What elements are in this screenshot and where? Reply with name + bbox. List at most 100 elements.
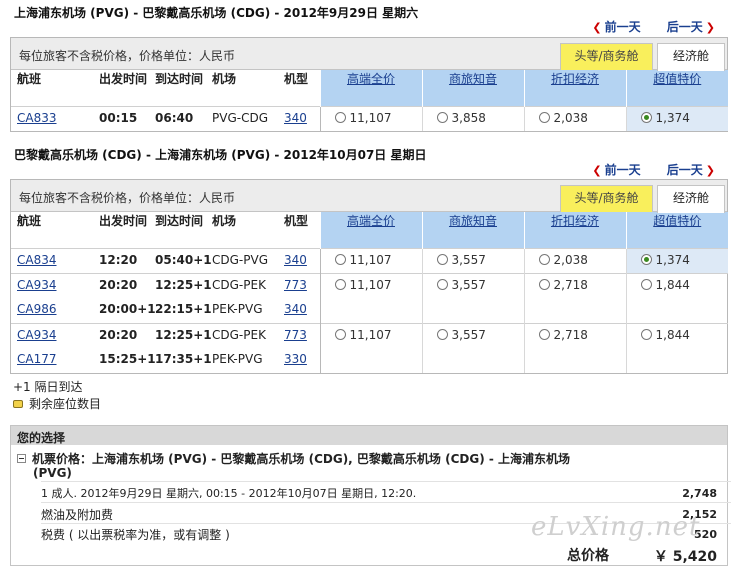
inbound-route-title: 巴黎戴高乐机场 (CDG) - 上海浦东机场 (PVG) - 2012年10月0…	[14, 148, 427, 162]
aircraft-link[interactable]: 773	[278, 272, 320, 298]
departure-time: 20:20	[93, 272, 149, 298]
radio-icon[interactable]	[334, 328, 346, 340]
fare-option[interactable]: 3,557	[421, 247, 524, 273]
tab-first-business[interactable]: 头等/商务舱	[560, 43, 653, 70]
aircraft-link[interactable]: 340	[278, 105, 320, 131]
aircraft-link[interactable]: 330	[278, 348, 320, 373]
radio-selected-icon[interactable]	[640, 111, 652, 123]
airport-pair: CDG-PVG	[206, 247, 278, 273]
tab-economy[interactable]: 经济舱	[657, 43, 725, 71]
fare-option[interactable]: 11,107	[319, 247, 422, 273]
fare-header-premium-full[interactable]: 高端全价	[319, 70, 422, 106]
aircraft-link[interactable]: 773	[278, 322, 320, 348]
outbound-flight-box: 每位旅客不含税价格，价格单位：人民币 头等/商务舱 经济舱 航班 出发时间 到达…	[10, 37, 728, 132]
fare-option[interactable]: 11,107	[319, 322, 422, 373]
col-aircraft: 机型	[284, 214, 309, 228]
fare-option[interactable]: 11,107	[319, 105, 422, 131]
fare-option[interactable]: 3,858	[421, 105, 524, 131]
outbound-prev-day-link[interactable]: ❮ 前一天	[592, 20, 640, 34]
flight-number-link[interactable]: CA934	[11, 322, 93, 348]
seat-icon	[13, 400, 23, 408]
airport-pair: CDG-PEK	[206, 272, 278, 298]
radio-icon[interactable]	[640, 278, 652, 290]
radio-icon[interactable]	[436, 278, 448, 290]
aircraft-link[interactable]: 340	[278, 247, 320, 273]
radio-icon[interactable]	[436, 253, 448, 265]
inbound-box-header: 每位旅客不含税价格，价格单位：人民币 头等/商务舱 经济舱	[11, 180, 727, 213]
table-row: CA833 00:15 06:40 PVG-CDG 340 11,107 3,8…	[11, 105, 728, 131]
outbound-box-header: 每位旅客不含税价格，价格单位：人民币 头等/商务舱 经济舱	[11, 38, 727, 71]
fare-option[interactable]: 1,844	[625, 272, 728, 323]
fare-option[interactable]: 2,718	[523, 272, 626, 323]
chevron-left-icon: ❮	[592, 21, 602, 34]
fare-header-business-traveler[interactable]: 商旅知音	[421, 212, 524, 248]
radio-icon[interactable]	[538, 278, 550, 290]
flight-number-link[interactable]: CA833	[11, 105, 93, 131]
total-price-label: 总价格	[567, 548, 609, 564]
inbound-prev-day-link[interactable]: ❮ 前一天	[592, 163, 640, 177]
fare-header-discount-economy[interactable]: 折扣经济	[523, 70, 626, 106]
table-row: CA834 12:20 05:40+1 CDG-PVG 340 11,107 3…	[11, 247, 728, 273]
fare-option[interactable]: 2,038	[523, 105, 626, 131]
radio-icon[interactable]	[436, 111, 448, 123]
fuel-surcharge-label: 燃油及附加费	[41, 508, 114, 522]
outbound-next-day-link[interactable]: 后一天 ❯	[667, 20, 718, 34]
fare-option[interactable]: 3,557	[421, 322, 524, 373]
fare-option[interactable]: 1,844	[625, 322, 728, 373]
tab-first-business[interactable]: 头等/商务舱	[560, 185, 653, 212]
fare-option[interactable]: 2,038	[523, 247, 626, 273]
fare-header-super-value[interactable]: 超值特价	[625, 70, 728, 106]
departure-time: 12:20	[93, 247, 149, 273]
tax-label: 税费 ( 以出票税率为准，或有调整 )	[41, 528, 230, 542]
ticket-price-label-cont: (PVG)	[33, 466, 72, 480]
aircraft-link[interactable]: 340	[278, 298, 320, 323]
airport-pair: PVG-CDG	[206, 105, 278, 131]
inbound-flight-table: 航班 出发时间 到达时间 机场 机型 高端全价 商旅知音 折扣经济 超值特价 C…	[11, 212, 728, 373]
passenger-amount: 2,748	[682, 487, 717, 500]
inbound-header-row: 航班 出发时间 到达时间 机场 机型 高端全价 商旅知音 折扣经济 超值特价	[11, 212, 728, 248]
col-departure: 出发时间	[99, 72, 148, 86]
radio-icon[interactable]	[538, 111, 550, 123]
inbound-flight-box: 每位旅客不含税价格，价格单位：人民币 头等/商务舱 经济舱 航班 出发时间 到达…	[10, 179, 728, 374]
col-arrival: 到达时间	[155, 72, 204, 86]
radio-icon[interactable]	[334, 111, 346, 123]
radio-selected-icon[interactable]	[640, 253, 652, 265]
fare-header-premium-full[interactable]: 高端全价	[319, 212, 422, 248]
total-price-amount: ￥ 5,420	[653, 549, 717, 565]
flight-number-link[interactable]: CA934	[11, 272, 93, 298]
flight-number-link[interactable]: CA834	[11, 247, 93, 273]
flight-number-link[interactable]: CA986	[11, 298, 93, 323]
fare-option[interactable]: 3,557	[421, 272, 524, 323]
table-row: CA934 20:20 12:25+1 CDG-PEK 773 11,107 3…	[11, 272, 728, 323]
outbound-route-title: 上海浦东机场 (PVG) - 巴黎戴高乐机场 (CDG) - 2012年9月29…	[14, 6, 419, 20]
flight-number-link[interactable]: CA177	[11, 348, 93, 373]
radio-icon[interactable]	[538, 253, 550, 265]
departure-time: 20:00+1	[99, 302, 156, 316]
col-aircraft: 机型	[284, 72, 309, 86]
chevron-right-icon: ❯	[705, 164, 715, 177]
fare-option[interactable]: 2,718	[523, 322, 626, 373]
outbound-flight-table: 航班 出发时间 到达时间 机场 机型 高端全价 商旅知音 折扣经济 超值特价 C…	[11, 70, 728, 131]
outbound-header-row: 航班 出发时间 到达时间 机场 机型 高端全价 商旅知音 折扣经济 超值特价	[11, 70, 728, 106]
fare-header-discount-economy[interactable]: 折扣经济	[523, 212, 626, 248]
radio-icon[interactable]	[436, 328, 448, 340]
outbound-day-nav: ❮ 前一天 后一天 ❯	[570, 18, 718, 35]
arrival-time: 12:25+1	[149, 272, 212, 298]
fare-header-business-traveler[interactable]: 商旅知音	[421, 70, 524, 106]
fare-option[interactable]: 11,107	[319, 272, 422, 323]
radio-icon[interactable]	[334, 253, 346, 265]
radio-icon[interactable]	[640, 328, 652, 340]
price-note: 每位旅客不含税价格，价格单位：人民币	[19, 49, 236, 63]
fare-header-super-value[interactable]: 超值特价	[625, 212, 728, 248]
tab-economy[interactable]: 经济舱	[657, 185, 725, 213]
collapse-icon[interactable]	[17, 454, 26, 463]
fare-option-selected[interactable]: 1,374	[625, 105, 728, 131]
chevron-left-icon: ❮	[592, 164, 602, 177]
inbound-next-day-link[interactable]: 后一天 ❯	[667, 163, 718, 177]
col-flight: 航班	[17, 214, 42, 228]
radio-icon[interactable]	[538, 328, 550, 340]
ticket-price-label[interactable]: 机票价格：上海浦东机场 (PVG) - 巴黎戴高乐机场 (CDG), 巴黎戴高乐…	[17, 450, 570, 467]
col-airport: 机场	[212, 214, 237, 228]
fare-option-selected[interactable]: 1,374	[625, 247, 728, 273]
radio-icon[interactable]	[334, 278, 346, 290]
